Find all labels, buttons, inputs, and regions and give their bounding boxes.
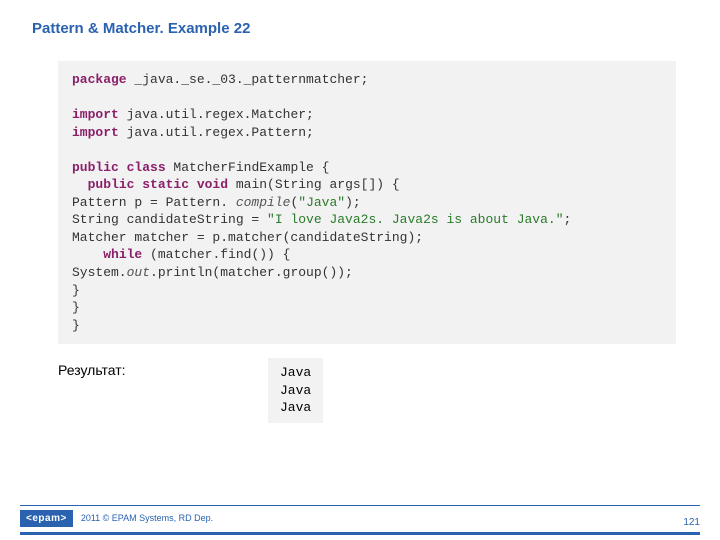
code-block: package _java._se._03._patternmatcher; i… — [58, 61, 676, 344]
code-text: Matcher matcher = p.matcher(candidateStr… — [72, 229, 662, 247]
code-text: Pattern p = Pattern. — [72, 195, 228, 210]
code-keyword: import — [72, 125, 119, 140]
code-text: main(String args[]) { — [228, 177, 400, 192]
code-italic: compile — [228, 195, 290, 210]
divider — [20, 532, 700, 535]
code-keyword: public class — [72, 160, 166, 175]
code-text: .println(matcher.group()); — [150, 265, 353, 280]
result-label: Результат: — [58, 362, 268, 378]
footer-text: 2011 © EPAM Systems, RD Dep. — [81, 513, 213, 523]
code-keyword: import — [72, 107, 119, 122]
code-text: } — [72, 317, 662, 335]
code-string: "Java" — [298, 195, 345, 210]
code-italic: out — [127, 265, 150, 280]
code-keyword: while — [103, 247, 142, 262]
code-keyword: public static void — [88, 177, 228, 192]
code-text: _java._se._03._patternmatcher; — [127, 72, 369, 87]
page-number: 121 — [683, 517, 700, 528]
code-keyword: package — [72, 72, 127, 87]
code-text: (matcher.find()) { — [142, 247, 290, 262]
code-text: ; — [564, 212, 572, 227]
footer: <epam> 2011 © EPAM Systems, RD Dep. — [20, 506, 700, 530]
code-text: } — [72, 299, 662, 317]
code-text: MatcherFindExample { — [166, 160, 330, 175]
page-title: Pattern & Matcher. Example 22 — [0, 0, 720, 37]
code-text: java.util.regex.Matcher; — [119, 107, 314, 122]
code-string: "I love Java2s. Java2s is about Java." — [267, 212, 563, 227]
code-text: System. — [72, 265, 127, 280]
code-text: java.util.regex.Pattern; — [119, 125, 314, 140]
code-text: ); — [345, 195, 361, 210]
logo: <epam> — [20, 510, 73, 527]
code-text: } — [72, 282, 662, 300]
code-text: String candidateString = — [72, 212, 267, 227]
output-box: Java Java Java — [268, 358, 323, 423]
